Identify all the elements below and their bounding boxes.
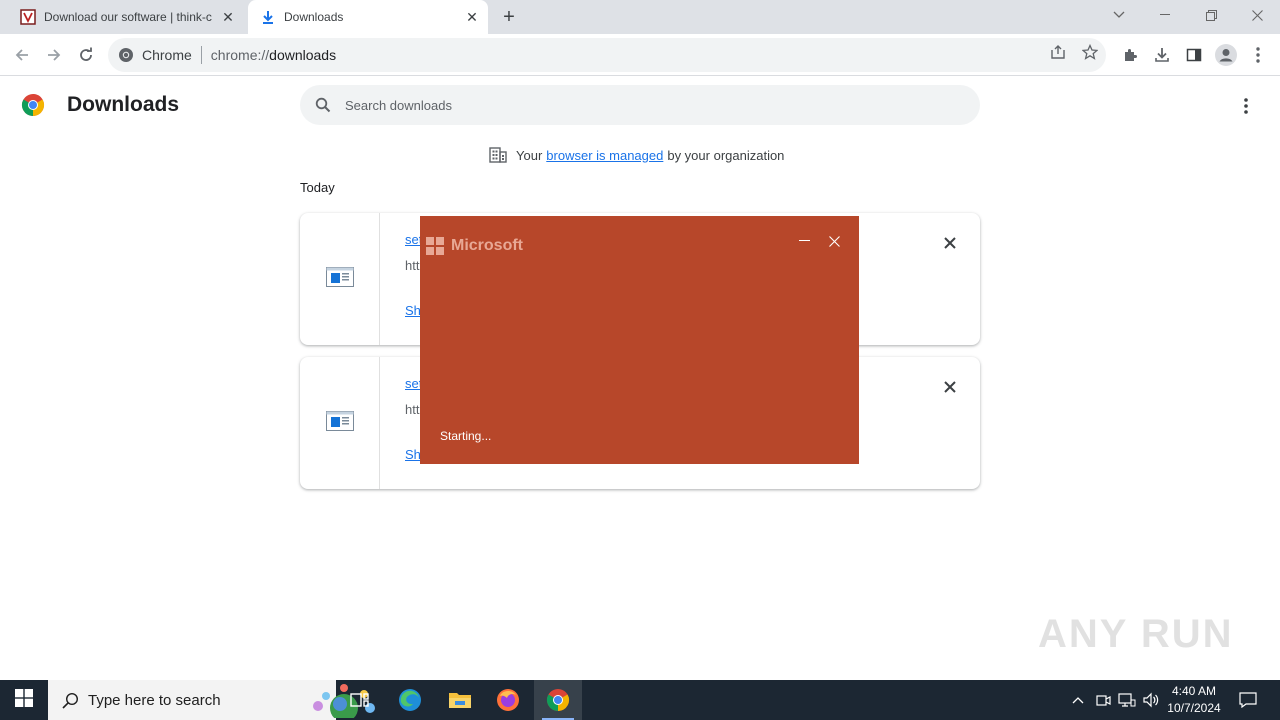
- search-icon: [60, 690, 80, 710]
- date-section-label: Today: [300, 180, 335, 195]
- url-host: chrome://: [210, 47, 270, 63]
- task-view-icon[interactable]: [336, 680, 384, 720]
- screen: Download our software | think-c ✕ Downlo…: [0, 0, 1280, 720]
- profile-avatar-icon[interactable]: [1212, 41, 1240, 69]
- microsoft-installer-splash[interactable]: Microsoft Starting...: [420, 216, 859, 464]
- tab-title: Download our software | think-c: [44, 10, 212, 24]
- taskbar-search-box[interactable]: Type here to search: [48, 680, 375, 720]
- reload-icon[interactable]: [72, 41, 100, 69]
- file-icon-column: [300, 357, 380, 489]
- meet-now-icon[interactable]: [1093, 680, 1113, 720]
- new-tab-button[interactable]: +: [498, 6, 520, 28]
- file-source-url[interactable]: htt: [405, 402, 419, 417]
- restore-window-button[interactable]: [1188, 0, 1234, 30]
- network-icon[interactable]: [1116, 680, 1138, 720]
- page-favicon-icon: [20, 9, 36, 25]
- url-text: chrome://downloads: [211, 47, 336, 63]
- tab-close-icon[interactable]: ✕: [462, 7, 482, 27]
- minimize-window-button[interactable]: [1142, 0, 1188, 30]
- tab-strip: Download our software | think-c ✕ Downlo…: [0, 0, 1280, 34]
- download-icon: [260, 9, 276, 25]
- file-source-url[interactable]: htt: [405, 258, 419, 273]
- page-title: Downloads: [67, 93, 180, 116]
- taskbar-search-placeholder: Type here to search: [88, 691, 221, 709]
- bookmark-star-icon[interactable]: [1078, 40, 1102, 64]
- tab-close-icon[interactable]: ✕: [218, 7, 238, 27]
- taskbar-clock[interactable]: 4:40 AM 10/7/2024: [1162, 683, 1226, 717]
- side-panel-icon[interactable]: [1180, 41, 1208, 69]
- show-in-folder-link[interactable]: Sh: [405, 303, 421, 318]
- microsoft-logo-icon: [426, 237, 444, 255]
- extensions-puzzle-icon[interactable]: [1116, 41, 1144, 69]
- remove-item-close-icon[interactable]: [940, 377, 960, 397]
- chrome-logo-icon: [21, 93, 45, 117]
- file-explorer-icon[interactable]: [436, 680, 484, 720]
- file-icon-column: [300, 213, 380, 345]
- chrome-taskbar-icon[interactable]: [534, 680, 582, 720]
- firefox-icon[interactable]: [484, 680, 532, 720]
- site-info-chip[interactable]: Chrome: [118, 47, 192, 63]
- search-downloads-input[interactable]: [345, 97, 945, 113]
- building-icon: [489, 147, 507, 163]
- omnibox-separator: [200, 46, 202, 64]
- chrome-logo-icon: [118, 47, 134, 63]
- search-icon: [313, 95, 333, 115]
- more-actions-icon[interactable]: [1236, 95, 1256, 117]
- browser-managed-link[interactable]: browser is managed: [546, 148, 663, 163]
- managed-suffix: by your organization: [667, 147, 785, 163]
- address-bar[interactable]: Chrome chrome://downloads: [108, 38, 1106, 72]
- splash-minimize-button[interactable]: [794, 231, 814, 251]
- installer-file-icon: [325, 266, 354, 292]
- clock-date: 10/7/2024: [1167, 701, 1221, 715]
- url-path: downloads: [269, 47, 337, 63]
- installer-file-icon: [325, 410, 354, 436]
- site-label: Chrome: [142, 47, 192, 63]
- anyrun-watermark: ANY RUN: [1038, 612, 1234, 656]
- splash-close-button[interactable]: [824, 231, 844, 251]
- tab-download-software[interactable]: Download our software | think-c ✕: [8, 0, 244, 34]
- remove-item-close-icon[interactable]: [940, 233, 960, 253]
- tab-downloads[interactable]: Downloads ✕: [248, 0, 488, 34]
- microsoft-brand: Microsoft: [426, 237, 523, 255]
- show-in-folder-link[interactable]: Sh: [405, 447, 421, 462]
- windows-logo-icon: [15, 688, 33, 712]
- close-window-button[interactable]: [1234, 0, 1280, 30]
- splash-status-text: Starting...: [440, 429, 492, 443]
- forward-arrow-icon[interactable]: [40, 41, 68, 69]
- notifications-icon[interactable]: [1234, 680, 1262, 720]
- show-hidden-icons-chevron-icon[interactable]: [1068, 680, 1088, 720]
- managed-prefix: Your: [516, 147, 543, 163]
- edge-browser-icon[interactable]: [386, 680, 434, 720]
- share-icon[interactable]: [1046, 40, 1070, 64]
- chrome-menu-icon[interactable]: [1244, 41, 1272, 69]
- brand-name: Microsoft: [451, 237, 523, 254]
- windows-taskbar: Type here to search 4:40 AM 10/7/2024: [0, 680, 1280, 720]
- browser-toolbar: Chrome chrome://downloads: [0, 34, 1280, 76]
- volume-icon[interactable]: [1140, 680, 1162, 720]
- tab-title: Downloads: [284, 10, 344, 24]
- managed-notice: Your browser is managed by your organiza…: [489, 147, 784, 163]
- back-arrow-icon[interactable]: [8, 41, 36, 69]
- clock-time: 4:40 AM: [1171, 684, 1217, 698]
- downloads-toolbar-icon[interactable]: [1148, 41, 1176, 69]
- search-downloads-box[interactable]: [300, 85, 980, 125]
- tab-search-chevron-icon[interactable]: [1096, 0, 1142, 30]
- start-button[interactable]: [0, 680, 48, 720]
